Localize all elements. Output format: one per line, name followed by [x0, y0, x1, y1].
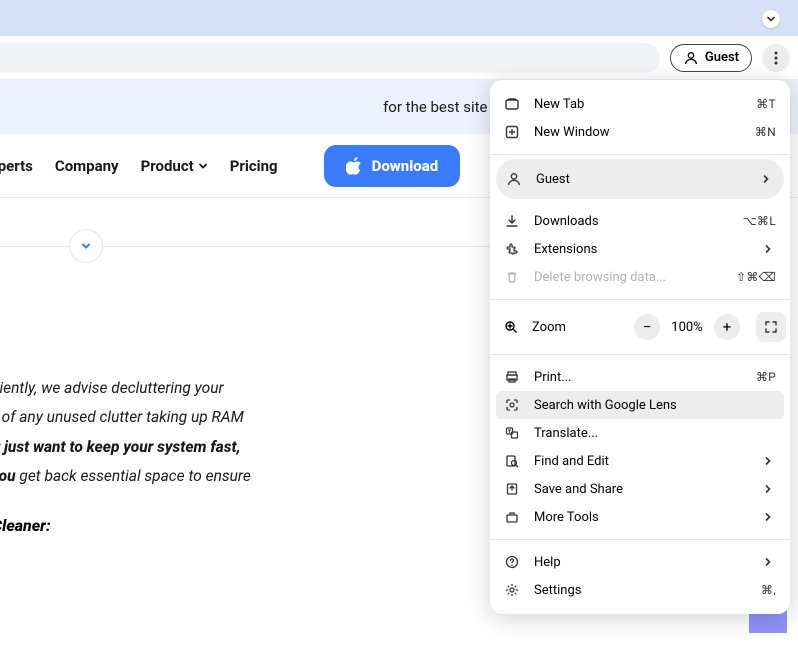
download-icon [504, 213, 520, 229]
fullscreen-button[interactable] [756, 312, 786, 342]
menu-divider [490, 299, 790, 300]
chevron-right-icon [760, 241, 776, 257]
menu-shortcut: ⌥⌘L [743, 214, 776, 228]
profile-label: Guest [705, 50, 739, 65]
gear-icon [504, 582, 520, 598]
address-bar[interactable] [0, 43, 660, 73]
menu-label: Search with Google Lens [534, 398, 776, 413]
apple-icon [346, 157, 362, 175]
article-line: get back essential space to ensure [16, 467, 251, 485]
nav-pricing[interactable]: Pricing [230, 157, 278, 175]
chevron-right-icon [760, 554, 776, 570]
download-button[interactable]: Download [324, 145, 461, 187]
kebab-icon [774, 51, 778, 65]
menu-shortcut: ⌘T [756, 97, 776, 111]
menu-label: Find and Edit [534, 454, 746, 469]
share-icon [504, 481, 520, 497]
menu-zoom: Zoom − 100% + [490, 304, 790, 350]
menu-save-share[interactable]: Save and Share [490, 475, 790, 503]
menu-divider [490, 354, 790, 355]
expand-button[interactable] [69, 229, 103, 263]
download-label: Download [372, 157, 439, 175]
extensions-icon [504, 241, 520, 257]
new-tab-icon [504, 96, 520, 112]
menu-shortcut: ⌘P [756, 370, 776, 384]
chevron-down-icon [80, 240, 92, 252]
chevron-right-icon [760, 509, 776, 525]
new-window-icon [504, 124, 520, 140]
fullscreen-icon [764, 320, 778, 334]
menu-find-edit[interactable]: Find and Edit [490, 447, 790, 475]
menu-google-lens[interactable]: Search with Google Lens [496, 391, 784, 419]
user-icon [506, 171, 522, 187]
translate-icon [504, 425, 520, 441]
article-line-bold: can help you [0, 467, 16, 485]
menu-settings[interactable]: Settings ⌘, [490, 576, 790, 604]
menu-label: Extensions [534, 242, 746, 257]
browser-menu-button[interactable] [762, 44, 790, 72]
help-icon [504, 554, 520, 570]
article-body: nning efficiently, we advise declutterin… [0, 374, 400, 492]
nav-experts[interactable]: ur Experts [0, 157, 33, 175]
profile-button[interactable]: Guest [670, 44, 752, 72]
article-line: nning efficiently, we advise declutterin… [0, 379, 224, 397]
nav-product[interactable]: Product [141, 157, 208, 175]
zoom-out-button[interactable]: − [634, 314, 660, 340]
menu-help[interactable]: Help [490, 548, 790, 576]
menu-label: Save and Share [534, 482, 746, 497]
menu-label: Translate... [534, 426, 776, 441]
menu-label: More Tools [534, 510, 746, 525]
menu-extensions[interactable]: Extensions [490, 235, 790, 263]
menu-label: Guest [536, 172, 744, 187]
article-line: our laptop of any unused clutter taking … [0, 408, 244, 426]
menu-more-tools[interactable]: More Tools [490, 503, 790, 531]
find-icon [504, 453, 520, 469]
menu-label: Print... [534, 370, 742, 385]
user-icon [683, 50, 699, 66]
menu-label: Delete browsing data... [534, 270, 722, 285]
menu-divider [490, 154, 790, 155]
browser-tab-strip [0, 0, 798, 36]
menu-print[interactable]: Print... ⌘P [490, 363, 790, 391]
menu-shortcut: ⇧⌘⌫ [736, 270, 776, 284]
tab-dropdown-button[interactable] [762, 10, 780, 28]
menu-new-window[interactable]: New Window ⌘N [490, 118, 790, 146]
trash-icon [504, 269, 520, 285]
menu-label: New Tab [534, 97, 742, 112]
chevron-right-icon [760, 481, 776, 497]
menu-downloads[interactable]: Downloads ⌥⌘L [490, 207, 790, 235]
lens-icon [504, 397, 520, 413]
menu-label: Help [534, 555, 746, 570]
menu-label: Downloads [534, 214, 729, 229]
zoom-icon [504, 320, 518, 334]
menu-label: Zoom [532, 320, 620, 335]
chevron-right-icon [758, 171, 774, 187]
menu-label: New Window [534, 125, 741, 140]
menu-translate[interactable]: Translate... [490, 419, 790, 447]
nav-company[interactable]: Company [55, 157, 119, 175]
tools-icon [504, 509, 520, 525]
zoom-in-button[interactable]: + [714, 314, 740, 340]
menu-shortcut: ⌘N [755, 125, 776, 139]
chevron-right-icon [760, 453, 776, 469]
menu-label: Settings [534, 583, 747, 598]
menu-delete-browsing-data: Delete browsing data... ⇧⌘⌫ [490, 263, 790, 291]
nav-product-label: Product [141, 157, 194, 175]
menu-new-tab[interactable]: New Tab ⌘T [490, 90, 790, 118]
print-icon [504, 369, 520, 385]
browser-toolbar: Guest [0, 36, 798, 80]
chevron-down-icon [766, 14, 776, 24]
browser-menu: New Tab ⌘T New Window ⌘N Guest Downloads… [490, 80, 790, 614]
menu-divider [490, 539, 790, 540]
menu-guest[interactable]: Guest [496, 159, 784, 199]
article-line-bold: ve apps or just want to keep your system… [0, 438, 241, 456]
chevron-down-icon [198, 161, 208, 171]
zoom-value: 100% [670, 320, 704, 335]
menu-shortcut: ⌘, [761, 583, 776, 597]
